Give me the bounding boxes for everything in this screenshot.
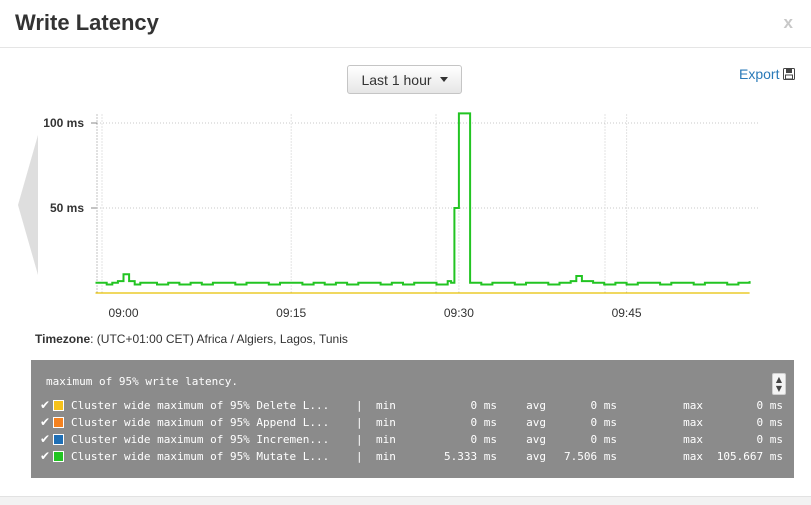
legend-name[interactable]: Cluster wide maximum of 95% Append L... xyxy=(71,416,356,429)
legend-avg: 0 ms xyxy=(590,398,618,412)
checkmark-icon[interactable]: ✔ xyxy=(40,398,52,412)
legend-sep: | xyxy=(356,415,363,429)
export-label: Export xyxy=(739,66,780,82)
checkmark-icon[interactable]: ✔ xyxy=(40,432,52,446)
legend-row: ✔ Cluster wide maximum of 95% Append L...… xyxy=(40,414,783,430)
legend-min: 0 ms xyxy=(470,415,498,429)
series-color-swatch[interactable] xyxy=(53,399,64,411)
x-tick-label: 09:00 xyxy=(108,306,138,320)
legend-avg: 7.506 ms xyxy=(564,449,617,463)
legend-avg-label: avg xyxy=(526,398,546,412)
legend-name[interactable]: Cluster wide maximum of 95% Mutate L... xyxy=(71,450,356,463)
legend-min: 0 ms xyxy=(470,398,498,412)
legend-name[interactable]: Cluster wide maximum of 95% Incremen... xyxy=(71,433,356,446)
close-icon[interactable]: x xyxy=(784,13,793,33)
legend-title: maximum of 95% write latency. xyxy=(46,375,239,388)
x-tick-label: 09:30 xyxy=(444,306,474,320)
x-tick-label: 09:15 xyxy=(276,306,306,320)
legend-max-label: max xyxy=(683,432,703,446)
legend-max-label: max xyxy=(683,415,703,429)
legend-max: 0 ms xyxy=(756,398,784,412)
scroll-up-icon[interactable]: ▲ xyxy=(776,375,782,384)
legend-row: ✔ Cluster wide maximum of 95% Incremen...… xyxy=(40,431,783,447)
scroll-down-icon[interactable]: ▼ xyxy=(776,384,782,393)
timezone-info: Timezone: (UTC+01:00 CET) Africa / Algie… xyxy=(35,332,348,346)
latency-chart: 50 ms 100 ms 09:00 09:15 09:30 09:45 xyxy=(43,112,760,320)
legend-max-label: max xyxy=(683,449,703,463)
legend-panel: maximum of 95% write latency. ▲ ▼ ✔ Clust… xyxy=(31,360,794,478)
dialog-title: Write Latency xyxy=(15,10,159,35)
legend-min: 5.333 ms xyxy=(444,449,497,463)
time-range-label: Last 1 hour xyxy=(361,71,432,88)
legend-row: ✔ Cluster wide maximum of 95% Delete L...… xyxy=(40,397,783,413)
legend-max: 0 ms xyxy=(756,432,784,446)
legend-scroll-arrows[interactable]: ▲ ▼ xyxy=(772,373,786,395)
timezone-label: Timezone xyxy=(35,332,91,346)
legend-avg: 0 ms xyxy=(590,415,618,429)
series-color-swatch[interactable] xyxy=(53,416,64,428)
legend-avg-label: avg xyxy=(526,432,546,446)
legend-avg-label: avg xyxy=(526,449,546,463)
floppy-disk-icon xyxy=(783,68,796,80)
legend-max-label: max xyxy=(683,398,703,412)
dialog-header: Write Latency x xyxy=(0,0,811,48)
legend-min: 0 ms xyxy=(470,432,498,446)
checkmark-icon[interactable]: ✔ xyxy=(40,415,52,429)
legend-min-label: min xyxy=(376,449,396,463)
series-color-swatch[interactable] xyxy=(53,450,64,462)
checkmark-icon[interactable]: ✔ xyxy=(40,449,52,463)
caret-down-icon xyxy=(439,77,448,82)
legend-sep: | xyxy=(356,398,363,412)
legend-avg-label: avg xyxy=(526,415,546,429)
series-line xyxy=(95,112,751,286)
legend-sep: | xyxy=(356,432,363,446)
legend-avg: 0 ms xyxy=(590,432,618,446)
legend-name[interactable]: Cluster wide maximum of 95% Delete L... xyxy=(71,399,356,412)
x-tick-label: 09:45 xyxy=(612,306,642,320)
legend-min-label: min xyxy=(376,415,396,429)
legend-sep: | xyxy=(356,449,363,463)
y-tick-label: 50 ms xyxy=(50,201,84,215)
legend-max: 105.667 ms xyxy=(716,449,783,463)
time-range-dropdown[interactable]: Last 1 hour xyxy=(347,65,462,94)
legend-min-label: min xyxy=(376,398,396,412)
series-color-swatch[interactable] xyxy=(53,433,64,445)
export-link[interactable]: Export xyxy=(739,66,796,82)
legend-max: 0 ms xyxy=(756,415,784,429)
y-tick-label: 100 ms xyxy=(43,116,84,130)
legend-min-label: min xyxy=(376,432,396,446)
timezone-value: : (UTC+01:00 CET) Africa / Algiers, Lago… xyxy=(90,332,348,346)
legend-row: ✔ Cluster wide maximum of 95% Mutate L...… xyxy=(40,448,783,464)
